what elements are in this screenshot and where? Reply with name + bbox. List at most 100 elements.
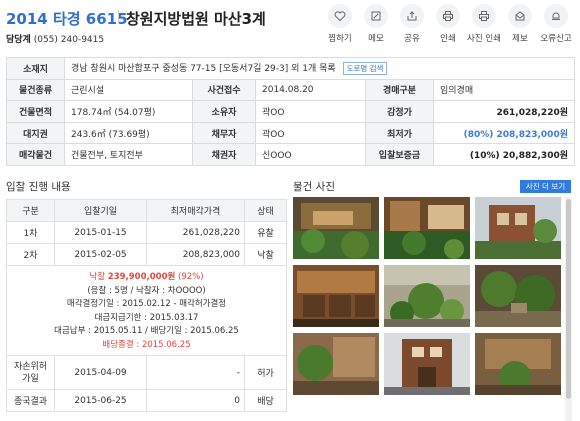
bid-price: 0: [146, 389, 245, 412]
decision-date: 매각결정기일 : 2015.02.12 - 매각허가결정: [66, 299, 227, 309]
bid-header-date: 입찰기일: [54, 199, 147, 222]
property-photo[interactable]: [384, 197, 470, 259]
share-button[interactable]: 공유: [394, 4, 430, 44]
payment-info: 대금납부 : 2015.05.11 / 배당기일 : 2015.06.25: [54, 326, 239, 336]
bid-row: 자손위허가일 2015-04-09 - 허가: [6, 355, 287, 390]
creditor-value: 신OOO: [255, 143, 366, 166]
more-photos-button[interactable]: 사진 더 보기: [520, 180, 571, 193]
info-row: 소재지 경남 창원시 마산합포구 중성동 77-15 [오동서7길 29-3] …: [6, 57, 575, 80]
photo-grid: [293, 197, 562, 421]
bid-header-row: 구분 입찰기일 최저매각가격 상태: [6, 199, 287, 222]
report-button[interactable]: 제보: [502, 4, 538, 44]
property-info-table: 소재지 경남 창원시 마산합포구 중성동 77-15 [오동서7길 29-3] …: [6, 57, 575, 166]
photo-print-label: 사진 인쇄: [467, 34, 501, 44]
scrollbar-thumb[interactable]: [566, 199, 571, 399]
bid-price: 261,028,220: [146, 221, 245, 244]
bid-history-table: 구분 입찰기일 최저매각가격 상태 1차 2015-01-15 261,028,…: [6, 199, 287, 412]
area-value: 178.74㎡ (54.07평): [64, 100, 193, 123]
case-header: 2014 타경 6615 창원지방법원 마산3계 담당계 (055) 240-9…: [6, 4, 574, 46]
debtor-label: 채무자: [192, 121, 256, 145]
bid-status: 낙찰: [244, 243, 287, 266]
manager-label: 담당계: [6, 35, 31, 45]
payment-due: 대금지급기한 : 2015.03.17: [94, 312, 199, 323]
photo-section-title: 물건 사진: [293, 181, 335, 193]
property-photo[interactable]: [475, 265, 561, 327]
bid-status: 유찰: [244, 221, 287, 244]
auction-type-value: 임의경매: [433, 78, 575, 102]
report-label: 제보: [512, 34, 528, 44]
deposit-label: 입찰보증금: [365, 143, 434, 166]
type-label: 물건종류: [6, 78, 65, 102]
area-label: 건물면적: [6, 100, 65, 123]
info-row: 매각물건 건물전부, 토지전부 채권자 신OOO 입찰보증금 (10%) 20,…: [6, 143, 575, 166]
print-label: 인쇄: [440, 34, 456, 44]
winning-bid-detail-row: 낙찰 239,900,000원 (92%) (응찰 : 5명 / 낙찰자 : 차…: [6, 265, 287, 356]
creditor-label: 채권자: [192, 143, 256, 166]
location-label: 소재지: [6, 57, 65, 80]
report-icon: [508, 4, 532, 28]
property-photo[interactable]: [384, 265, 470, 327]
property-photo[interactable]: [384, 333, 470, 395]
received-label: 사건접수: [192, 78, 256, 102]
memo-icon: [364, 4, 388, 28]
bid-price: 208,823,000: [146, 243, 245, 266]
print-button[interactable]: 인쇄: [430, 4, 466, 44]
appraisal-value: 261,028,220원: [433, 100, 575, 123]
bid-round: 1차: [6, 221, 55, 244]
info-row: 물건종류 근린시설 사건접수 2014.08.20 경매구분 임의경매: [6, 78, 575, 102]
share-icon: [400, 4, 424, 28]
photo-scrollbar[interactable]: [565, 197, 572, 421]
memo-button[interactable]: 메모: [358, 4, 394, 44]
type-value: 근린시설: [64, 78, 193, 102]
bid-section-title: 입찰 진행 내용: [6, 181, 71, 193]
share-label: 공유: [404, 34, 420, 44]
property-photo[interactable]: [293, 265, 379, 327]
bid-row: 1차 2015-01-15 261,028,220 유찰: [6, 221, 287, 244]
bid-date: 2015-04-09: [54, 355, 147, 390]
land-label: 대지권: [6, 121, 65, 145]
bid-status: 배당: [244, 389, 287, 412]
case-number: 2014 타경 6615: [6, 10, 128, 28]
error-report-icon: [544, 4, 568, 28]
property-photo[interactable]: [293, 333, 379, 395]
winning-bid-detail: 낙찰 239,900,000원 (92%) (응찰 : 5명 / 낙찰자 : 차…: [6, 265, 287, 356]
owner-label: 소유자: [192, 100, 256, 123]
bid-date: 2015-01-15: [54, 221, 147, 244]
distribution-end: 배당종결 : 2015.06.25: [102, 339, 191, 350]
photo-print-button[interactable]: 사진 인쇄: [466, 4, 502, 44]
sale-item-value: 건물전부, 토지전부: [64, 143, 193, 166]
favorite-button[interactable]: 찜하기: [322, 4, 358, 44]
bid-round: 자손위허가일: [6, 355, 55, 390]
winning-label: 낙찰: [89, 272, 106, 282]
info-row: 대지권 243.6㎡ (73.69평) 채무자 곽OO 최저가 (80%) 20…: [6, 121, 575, 145]
error-report-label: 오류신고: [540, 34, 572, 44]
location-value: 경남 창원시 마산합포구 중성동 77-15 [오동서7길 29-3] 외 1개…: [71, 64, 336, 75]
property-photo[interactable]: [475, 197, 561, 259]
print-icon: [436, 4, 460, 28]
bid-header-price: 최저매각가격: [146, 199, 245, 222]
error-report-button[interactable]: 오류신고: [538, 4, 574, 44]
favorite-label: 찜하기: [328, 34, 352, 44]
sale-item-label: 매각물건: [6, 143, 65, 166]
heart-icon: [328, 4, 352, 28]
road-name-search-button[interactable]: 도로명 검색: [342, 62, 388, 76]
location-cell: 경남 창원시 마산합포구 중성동 77-15 [오동서7길 29-3] 외 1개…: [64, 57, 575, 80]
property-photo[interactable]: [293, 197, 379, 259]
manager-phone: (055) 240-9415: [33, 35, 105, 45]
deposit-value: (10%) 20,882,300원: [433, 143, 575, 166]
bid-price: -: [146, 355, 245, 390]
bid-status: 허가: [244, 355, 287, 390]
bid-row: 종국결과 2015-06-25 0 배당: [6, 389, 287, 412]
winning-price: 239,900,000원: [107, 272, 176, 282]
auction-type-label: 경매구분: [365, 78, 434, 102]
action-toolbar: 찜하기 메모 공유 인쇄 사진 인쇄 제보 오류신고: [322, 4, 574, 44]
bidders-info: (응찰 : 5명 / 낙찰자 : 차OOOO): [87, 285, 206, 296]
bid-date: 2015-02-05: [54, 243, 147, 266]
property-photo[interactable]: [475, 333, 561, 395]
bid-header-status: 상태: [244, 199, 287, 222]
debtor-value: 곽OO: [255, 121, 366, 145]
memo-label: 메모: [368, 34, 384, 44]
received-value: 2014.08.20: [255, 78, 366, 102]
bid-header-round: 구분: [6, 199, 55, 222]
bid-row: 2차 2015-02-05 208,823,000 낙찰: [6, 243, 287, 266]
